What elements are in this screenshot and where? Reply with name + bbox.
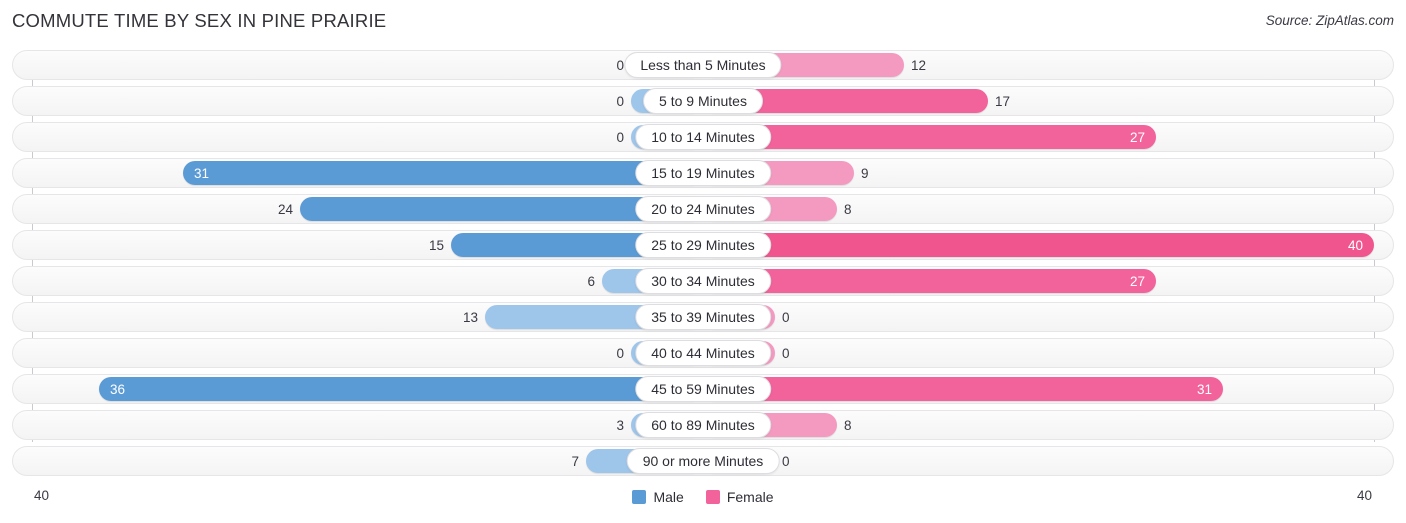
male-value-label: 0 <box>616 93 624 109</box>
male-bar[interactable]: 31 <box>183 161 703 185</box>
legend: Male Female <box>0 489 1406 505</box>
category-label: Less than 5 Minutes <box>624 52 782 78</box>
female-bar-wrap: 40 <box>703 233 1374 257</box>
bar-row[interactable]: 31 9 15 to 19 Minutes <box>12 158 1394 188</box>
category-label: 40 to 44 Minutes <box>635 340 771 366</box>
commute-time-chart: COMMUTE TIME BY SEX IN PINE PRAIRIE Sour… <box>0 0 1406 523</box>
female-bar-wrap: 27 <box>703 269 1156 293</box>
female-bar[interactable]: 27 <box>703 269 1156 293</box>
female-bar-wrap: 27 <box>703 125 1156 149</box>
female-value-label: 12 <box>911 57 927 73</box>
male-bar-wrap: 36 <box>99 377 703 401</box>
female-value-label: 9 <box>861 165 869 181</box>
male-half-track: 31 <box>15 161 703 185</box>
male-value-label: 0 <box>616 129 624 145</box>
male-half-track: 0 <box>15 125 703 149</box>
female-bar-wrap: 31 <box>703 377 1223 401</box>
male-value-label: 15 <box>428 237 444 253</box>
female-bar[interactable]: 31 <box>703 377 1223 401</box>
bar-row[interactable]: 24 8 20 to 24 Minutes <box>12 194 1394 224</box>
bar-row[interactable]: 0 27 10 to 14 Minutes <box>12 122 1394 152</box>
female-value-label: 8 <box>844 417 852 433</box>
male-half-track: 0 <box>15 53 703 77</box>
legend-item-male[interactable]: Male <box>632 489 684 505</box>
category-label: 25 to 29 Minutes <box>635 232 771 258</box>
female-half-track: 8 <box>703 413 1391 437</box>
male-bar-wrap: 31 <box>183 161 703 185</box>
male-value-label: 7 <box>571 453 579 469</box>
bar-row[interactable]: 0 0 40 to 44 Minutes <box>12 338 1394 368</box>
chart-header: COMMUTE TIME BY SEX IN PINE PRAIRIE Sour… <box>0 0 1406 44</box>
female-bar[interactable]: 27 <box>703 125 1156 149</box>
female-half-track: 40 <box>703 233 1391 257</box>
male-color-swatch-icon <box>632 490 647 504</box>
female-half-track: 27 <box>703 125 1391 149</box>
female-value-label: 8 <box>844 201 852 217</box>
male-bar[interactable]: 36 <box>99 377 703 401</box>
chart-footer: 40 40 Male Female <box>0 483 1406 523</box>
male-value-label: 0 <box>616 345 624 361</box>
bar-row-list: 0 12 Less than 5 Minutes 0 17 5 to 9 Minutes 0… <box>12 50 1394 482</box>
male-half-track: 36 <box>15 377 703 401</box>
male-value-label: 3 <box>616 417 624 433</box>
male-value-label: 31 <box>194 165 210 181</box>
bar-row[interactable]: 7 0 90 or more Minutes <box>12 446 1394 476</box>
male-half-track: 0 <box>15 341 703 365</box>
bar-row[interactable]: 15 40 25 to 29 Minutes <box>12 230 1394 260</box>
legend-label-female: Female <box>726 489 774 505</box>
male-half-track: 15 <box>15 233 703 257</box>
male-half-track: 24 <box>15 197 703 221</box>
female-bar[interactable]: 40 <box>703 233 1374 257</box>
female-half-track: 0 <box>703 449 1391 473</box>
female-value-label: 17 <box>995 93 1011 109</box>
female-value-label: 27 <box>1129 129 1145 145</box>
bar-row[interactable]: 13 0 35 to 39 Minutes <box>12 302 1394 332</box>
female-value-label: 0 <box>782 345 790 361</box>
female-half-track: 8 <box>703 197 1391 221</box>
bar-row[interactable]: 6 27 30 to 34 Minutes <box>12 266 1394 296</box>
category-label: 60 to 89 Minutes <box>635 412 771 438</box>
plot-area: 0 12 Less than 5 Minutes 0 17 5 to 9 Minutes 0… <box>0 44 1406 481</box>
female-value-label: 27 <box>1129 273 1145 289</box>
male-value-label: 36 <box>110 381 126 397</box>
male-half-track: 6 <box>15 269 703 293</box>
male-value-label: 13 <box>462 309 478 325</box>
category-label: 45 to 59 Minutes <box>635 376 771 402</box>
bar-row[interactable]: 0 17 5 to 9 Minutes <box>12 86 1394 116</box>
category-label: 20 to 24 Minutes <box>635 196 771 222</box>
female-value-label: 31 <box>1196 381 1212 397</box>
male-value-label: 6 <box>587 273 595 289</box>
category-label: 90 or more Minutes <box>626 448 780 474</box>
male-half-track: 13 <box>15 305 703 329</box>
page-title: COMMUTE TIME BY SEX IN PINE PRAIRIE <box>12 10 387 31</box>
category-label: 30 to 34 Minutes <box>635 268 771 294</box>
category-label: 5 to 9 Minutes <box>643 88 763 114</box>
female-value-label: 40 <box>1347 237 1363 253</box>
male-value-label: 24 <box>277 201 293 217</box>
female-half-track: 17 <box>703 89 1391 113</box>
male-half-track: 3 <box>15 413 703 437</box>
bar-row[interactable]: 3 8 60 to 89 Minutes <box>12 410 1394 440</box>
female-value-label: 0 <box>782 309 790 325</box>
female-half-track: 12 <box>703 53 1391 77</box>
legend-item-female[interactable]: Female <box>705 489 774 505</box>
female-half-track: 27 <box>703 269 1391 293</box>
category-label: 15 to 19 Minutes <box>635 160 771 186</box>
female-half-track: 31 <box>703 377 1391 401</box>
female-half-track: 0 <box>703 305 1391 329</box>
male-half-track: 7 <box>15 449 703 473</box>
bar-row[interactable]: 36 31 45 to 59 Minutes <box>12 374 1394 404</box>
legend-label-male: Male <box>653 489 684 505</box>
category-label: 10 to 14 Minutes <box>635 124 771 150</box>
male-half-track: 0 <box>15 89 703 113</box>
source-attribution: Source: ZipAtlas.com <box>1265 13 1394 28</box>
category-label: 35 to 39 Minutes <box>635 304 771 330</box>
female-half-track: 9 <box>703 161 1391 185</box>
bar-row[interactable]: 0 12 Less than 5 Minutes <box>12 50 1394 80</box>
female-color-swatch-icon <box>705 490 720 504</box>
female-half-track: 0 <box>703 341 1391 365</box>
